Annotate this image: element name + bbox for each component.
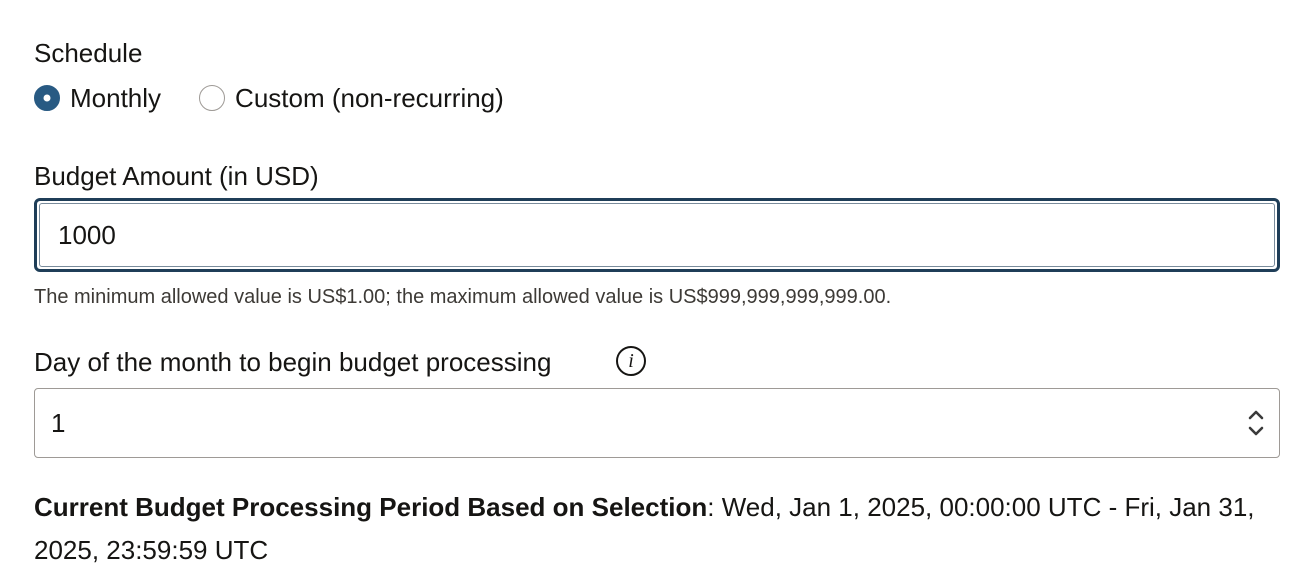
schedule-option-monthly[interactable]: Monthly <box>34 82 161 114</box>
budget-amount-field-focus-ring <box>34 198 1280 272</box>
budget-amount-field-border <box>39 203 1275 267</box>
day-of-month-value: 1 <box>51 407 66 438</box>
period-separator: : <box>707 492 722 522</box>
schedule-radio-group: Monthly Custom (non-recurring) <box>34 81 504 115</box>
info-icon[interactable]: i <box>616 346 646 376</box>
radio-checked-icon[interactable] <box>34 85 60 111</box>
schedule-option-custom-label[interactable]: Custom (non-recurring) <box>235 82 504 114</box>
schedule-option-monthly-label[interactable]: Monthly <box>70 82 161 114</box>
period-label: Current Budget Processing Period Based o… <box>34 492 708 522</box>
chevron-up-down-icon[interactable] <box>1245 406 1267 440</box>
schedule-option-custom[interactable]: Custom (non-recurring) <box>199 82 504 114</box>
radio-unchecked-icon[interactable] <box>199 85 226 111</box>
budget-amount-label: Budget Amount (in USD) <box>34 161 319 191</box>
day-of-month-select[interactable]: 1 <box>34 388 1280 458</box>
budget-amount-input[interactable] <box>40 204 1274 266</box>
budget-processing-period: Current Budget Processing Period Based o… <box>34 486 1280 572</box>
budget-amount-help-text: The minimum allowed value is US$1.00; th… <box>34 286 892 308</box>
day-of-month-label: Day of the month to begin budget process… <box>34 347 552 377</box>
schedule-label: Schedule <box>34 38 143 68</box>
